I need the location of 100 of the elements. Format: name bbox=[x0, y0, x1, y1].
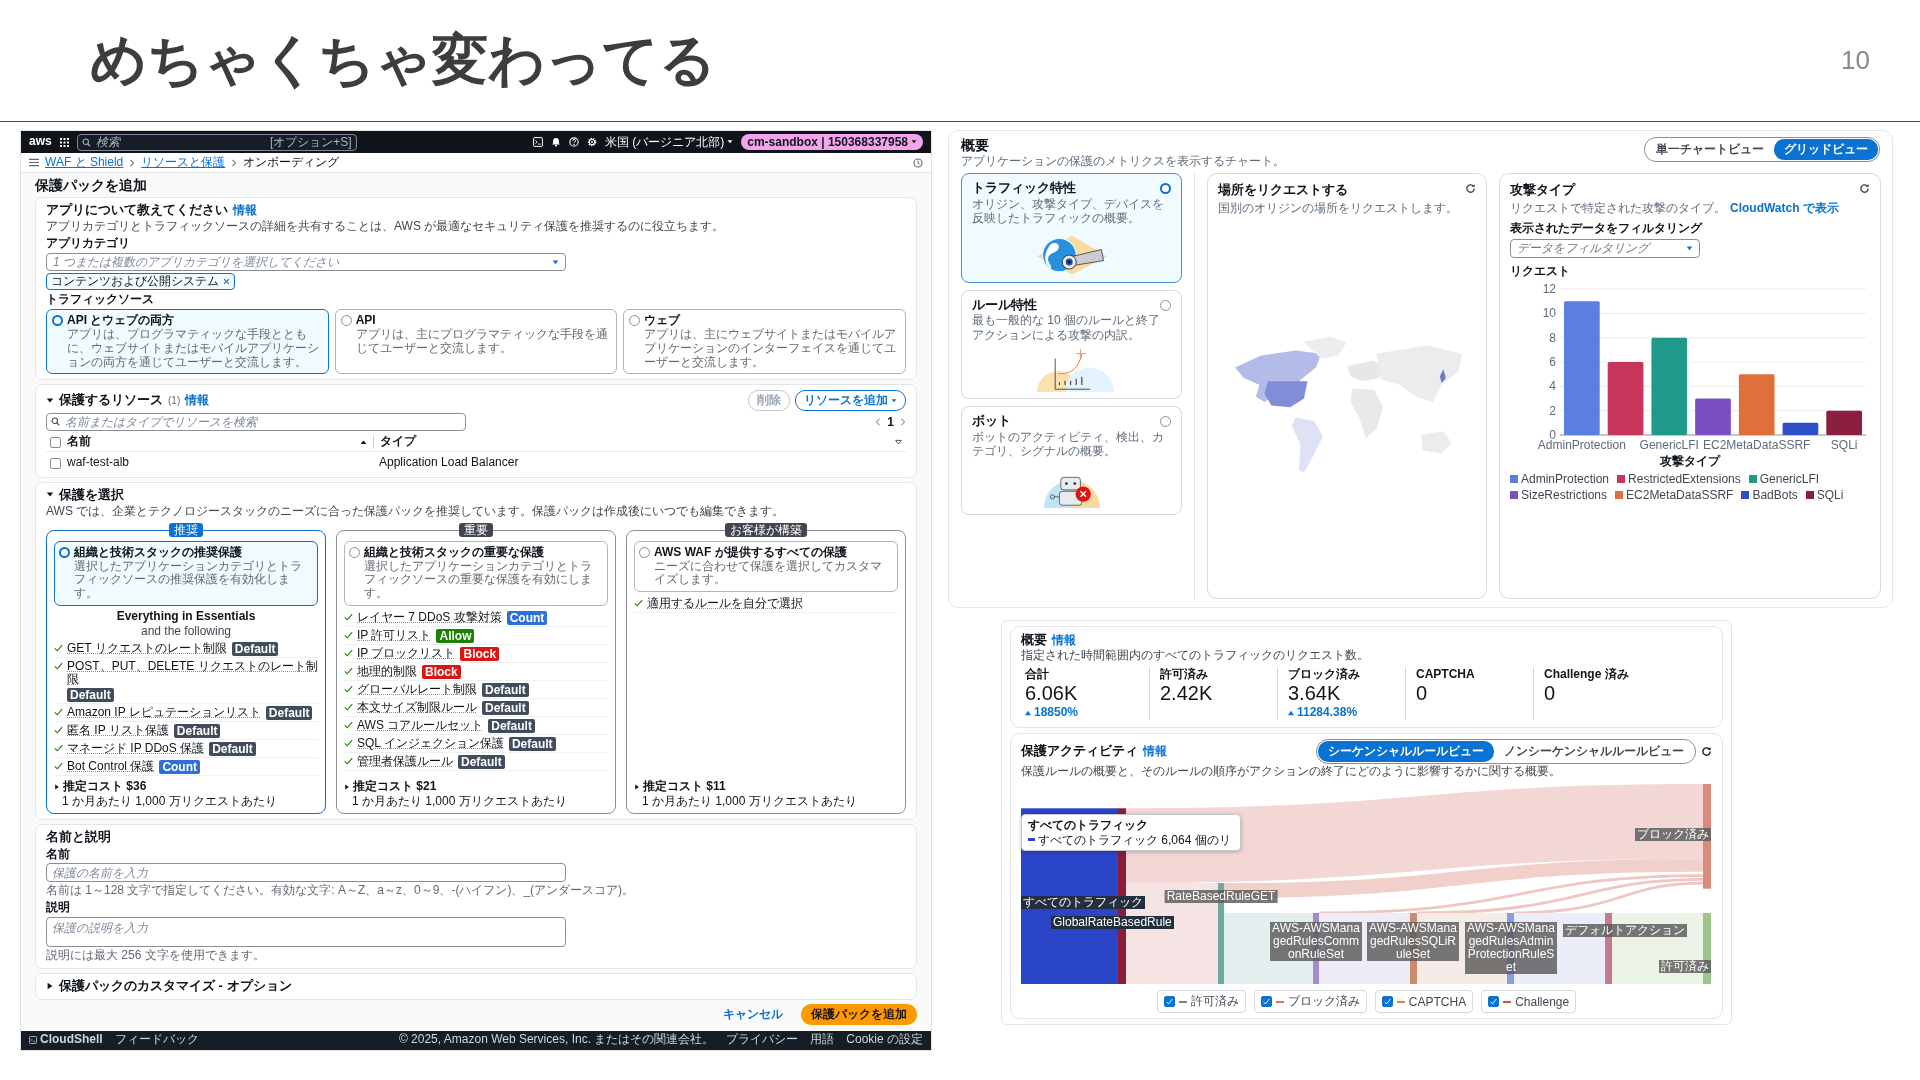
bar[interactable] bbox=[1651, 337, 1688, 435]
bar[interactable] bbox=[1738, 374, 1775, 435]
estimated-cost: 推定コスト $11 bbox=[643, 780, 726, 794]
radio-button[interactable] bbox=[340, 315, 352, 327]
description-field[interactable]: 保護の説明を入力 bbox=[46, 917, 566, 948]
feedback-link[interactable]: フィードバック bbox=[114, 1033, 199, 1048]
node-label: 許可済み bbox=[1659, 960, 1711, 974]
page-number[interactable]: 1 bbox=[887, 415, 894, 430]
chart-option-card[interactable]: ルール特性 最も一般的な 10 個のルールと終了アクションによる攻撃の内訳。 bbox=[961, 289, 1182, 399]
legend-label: EC2MetaDataSSRF bbox=[1626, 488, 1734, 503]
bar[interactable] bbox=[1695, 398, 1731, 435]
checkbox[interactable] bbox=[1381, 996, 1393, 1008]
axis-label: 10 bbox=[1542, 306, 1556, 321]
legend-filter[interactable]: 許可済み bbox=[1156, 990, 1246, 1014]
bar[interactable] bbox=[1782, 422, 1819, 435]
apps-grid-icon[interactable] bbox=[59, 137, 69, 147]
rule-label: レイヤー 7 DDoS 攻撃対策 bbox=[357, 611, 502, 625]
table-cell: waf-test-alb bbox=[67, 456, 130, 470]
slide-title: めちゃくちゃ変わってる bbox=[90, 26, 716, 93]
breadcrumb-link[interactable]: リソースと保護 bbox=[141, 155, 226, 170]
plan-heading: Everything in Essentials bbox=[115, 609, 257, 624]
radio-button[interactable] bbox=[639, 546, 650, 558]
info-link[interactable]: 情報 bbox=[233, 203, 257, 218]
legend-filter[interactable]: CAPTCHA bbox=[1374, 990, 1474, 1014]
axis-label: 12 bbox=[1542, 281, 1556, 296]
help-icon[interactable] bbox=[568, 137, 579, 147]
caret-icon[interactable] bbox=[344, 784, 350, 790]
info-link[interactable]: 情報 bbox=[1143, 744, 1167, 759]
menu-icon[interactable] bbox=[29, 158, 39, 167]
settings-icon[interactable] bbox=[586, 137, 597, 147]
action-tag: Default bbox=[209, 742, 256, 757]
caret-icon[interactable] bbox=[634, 784, 640, 790]
breadcrumb-link[interactable]: WAF と Shield bbox=[45, 155, 124, 170]
resource-search-field[interactable]: 名前またはタイプでリソースを検索 bbox=[46, 413, 466, 432]
legend-filter[interactable]: ブロック済み bbox=[1253, 990, 1367, 1014]
sort-icon[interactable] bbox=[895, 438, 902, 446]
checkbox[interactable] bbox=[1488, 996, 1500, 1008]
account-menu[interactable]: cm-sandbox | 150368337958 bbox=[741, 134, 923, 150]
region-menu[interactable]: 米国 (バージニア北部) bbox=[604, 133, 734, 151]
caret-icon[interactable] bbox=[46, 982, 54, 991]
cancel-button[interactable]: キャンセル bbox=[717, 1004, 789, 1024]
cloudwatch-link[interactable]: CloudWatch で表示 bbox=[1730, 200, 1839, 215]
refresh-icon[interactable] bbox=[1859, 183, 1870, 195]
axis-label: 0 bbox=[1549, 427, 1556, 442]
checkbox[interactable] bbox=[50, 457, 61, 469]
field-label: トラフィックソース bbox=[46, 293, 155, 308]
submit-button[interactable]: 保護パックを追加 bbox=[801, 1003, 917, 1025]
terminal-icon[interactable] bbox=[29, 1036, 37, 1045]
traffic-option[interactable]: API アプリは、主にプログラマティックな手段を通じてユーザーと交流します。 bbox=[334, 309, 618, 375]
remove-icon[interactable] bbox=[223, 278, 230, 285]
legend-filter[interactable]: Challenge bbox=[1481, 990, 1577, 1014]
info-link[interactable]: 情報 bbox=[185, 394, 210, 408]
radio-button[interactable] bbox=[349, 546, 360, 558]
add-resource-button[interactable]: リソースを追加 bbox=[795, 390, 906, 412]
traffic-option[interactable]: ウェブ アプリは、主にウェブサイトまたはモバイルアプリケーションのインターフェイスを通じてユーザーと交流します。 bbox=[623, 309, 906, 375]
view-toggle-button[interactable]: 単一チャートビュー bbox=[1646, 139, 1774, 160]
checkbox[interactable] bbox=[50, 436, 61, 448]
footer-link[interactable]: プライバシー bbox=[726, 1033, 799, 1048]
view-toggle-button[interactable]: グリッドビュー bbox=[1774, 139, 1878, 160]
bell-icon[interactable] bbox=[550, 137, 561, 147]
node-label: RateBasedRuleGET bbox=[1164, 890, 1278, 904]
radio-button[interactable] bbox=[1160, 299, 1171, 311]
checkbox[interactable] bbox=[1260, 996, 1272, 1008]
option-badge: お客様が構築 bbox=[725, 522, 807, 537]
checkbox[interactable] bbox=[1163, 996, 1175, 1008]
refresh-icon[interactable] bbox=[1465, 183, 1476, 195]
estimated-cost: 推定コスト $21 bbox=[353, 780, 437, 794]
category-select[interactable]: 1 つまたは複数のアプリカテゴリを選択してください bbox=[46, 252, 566, 271]
name-field[interactable]: 保護の名前を入力 bbox=[46, 863, 566, 883]
view-toggle-button[interactable]: シーケンシャルルールビュー bbox=[1318, 740, 1494, 762]
radio-button[interactable] bbox=[52, 315, 63, 327]
filter-select[interactable]: データをフィルタリング bbox=[1510, 238, 1700, 258]
refresh-icon[interactable] bbox=[1701, 745, 1712, 757]
rule-label: 管理者保護ルール bbox=[357, 755, 453, 769]
footer-link[interactable]: Cookie の設定 bbox=[846, 1033, 923, 1048]
action-tag: Default bbox=[488, 718, 535, 733]
check-icon bbox=[634, 599, 643, 608]
search-icon bbox=[81, 137, 91, 147]
view-toggle-button[interactable]: ノンシーケンシャルルールビュー bbox=[1494, 740, 1694, 762]
bar[interactable] bbox=[1826, 410, 1862, 435]
radio-button[interactable] bbox=[59, 546, 70, 558]
radio-button[interactable] bbox=[1160, 183, 1171, 195]
traffic-option[interactable]: API とウェブの両方 アプリは、プログラマティックな手段とともに、ウェブサイトまたはモバイルアプリケーションの両方を通じてユーザーと交流します。 bbox=[46, 309, 329, 375]
caret-icon[interactable] bbox=[54, 784, 60, 790]
field-label: アプリカテゴリ bbox=[46, 236, 131, 251]
radio-button[interactable] bbox=[629, 315, 641, 327]
chart-option-card[interactable]: トラフィック特性 オリジン、攻撃タイプ、デバイスを反映したトラフィックの概要。 bbox=[961, 173, 1182, 283]
rule-label: 地理的制限 bbox=[357, 665, 417, 679]
metric-label: CAPTCHA bbox=[1416, 667, 1476, 682]
sort-icon[interactable] bbox=[360, 438, 367, 446]
cloudshell-link[interactable]: CloudShell bbox=[40, 1033, 103, 1048]
info-link[interactable]: 情報 bbox=[1052, 632, 1076, 647]
radio-button[interactable] bbox=[1160, 415, 1171, 427]
caret-icon[interactable] bbox=[46, 396, 54, 405]
bar[interactable] bbox=[1607, 361, 1644, 435]
card-title: ルール特性 bbox=[972, 296, 1037, 313]
clock-icon[interactable] bbox=[913, 157, 923, 168]
x-axis-title: 攻撃タイプ bbox=[1659, 454, 1722, 469]
footer-link[interactable]: 用語 bbox=[810, 1033, 835, 1048]
chart-option-card[interactable]: ボット ボットのアクティビティ、検出、カテゴリ、シグナルの概要。 bbox=[961, 405, 1182, 516]
